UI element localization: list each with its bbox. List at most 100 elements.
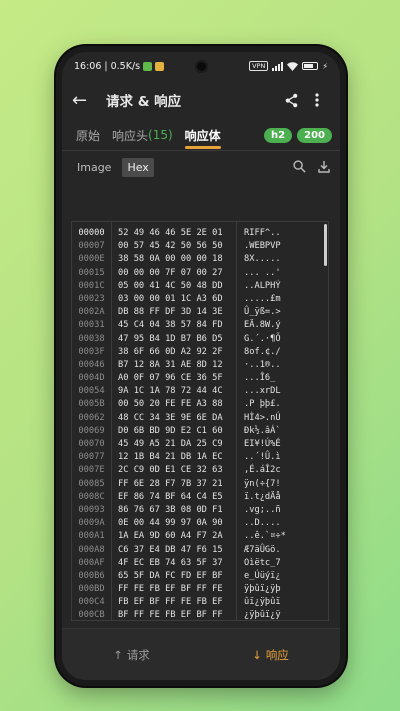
hex-ascii: ..ê.`¤÷* <box>244 531 286 542</box>
ascii-column: RIFF^.. .WEBPVP 8X..... ... ..' ..ALPHÝ.....… <box>237 222 328 620</box>
screen: 16:06 | 0.5K/s VPN ⚡ ← 请求 & 响应 原始 响应头 (1… <box>62 52 340 680</box>
share-icon[interactable] <box>278 87 304 113</box>
more-options-icon[interactable] <box>304 87 330 113</box>
hex-offset: 0000E <box>78 254 105 265</box>
hex-bytes: BF FF FE FB EF BF FF <box>118 610 223 621</box>
hex-bytes: 38 6F 66 0D A2 92 2F <box>118 346 223 357</box>
hex-ascii: .WEBPVP <box>244 241 281 252</box>
hex-offset: 000AF <box>78 557 105 568</box>
hex-ascii: ... ..' <box>244 267 281 278</box>
tab-response-body[interactable]: 响应体 <box>179 120 227 150</box>
hex-bytes: A0 0F 07 96 CE 36 5F <box>118 373 223 384</box>
scrollbar[interactable] <box>324 224 327 620</box>
response-nav-button[interactable]: ↓ 响应 <box>201 647 340 663</box>
hex-bytes: B7 12 8A 31 AE 8D 12 <box>118 359 223 370</box>
hex-offset: 000BD <box>78 584 105 595</box>
hex-bytes: C6 37 E4 DB 47 F6 15 <box>118 544 223 555</box>
battery-icon <box>302 62 319 70</box>
hex-bytes: 2C C9 0D E1 CE 32 63 <box>118 465 223 476</box>
hex-bytes: 52 49 46 46 5E 2E 01 <box>118 228 223 238</box>
hex-offset: 00062 <box>78 412 105 423</box>
phone-frame: 16:06 | 0.5K/s VPN ⚡ ← 请求 & 响应 原始 响应头 (1… <box>56 46 346 686</box>
hex-bytes: 03 00 00 01 1C A3 6D <box>118 293 223 304</box>
hex-ascii: ûï¿ÿþûï <box>244 597 281 608</box>
tab-raw[interactable]: 原始 <box>70 120 106 150</box>
hex-offset: 00007 <box>78 241 105 252</box>
hex-offset: 0003F <box>78 346 105 357</box>
hex-offset: 00015 <box>78 267 105 278</box>
arrow-down-icon: ↓ <box>252 647 262 662</box>
bytes-column: 52 49 46 46 5E 2E 01 00 57 45 42 50 56 50… <box>112 222 237 620</box>
hex-bytes: 47 95 B4 1D B7 B6 D5 <box>118 333 223 344</box>
hex-ascii: ÿþûï¿ÿþ <box>244 584 281 595</box>
hex-bytes: 00 50 20 FE FE A3 88 <box>118 399 223 410</box>
arrow-up-icon: ↑ <box>113 647 123 662</box>
hex-ascii: ...Î6_ <box>244 373 276 384</box>
hex-ascii: Æ7äÛGö. <box>244 544 281 555</box>
hex-offset: 00023 <box>78 293 105 304</box>
mode-image[interactable]: Image <box>72 158 116 177</box>
search-icon[interactable] <box>293 158 306 177</box>
wifi-icon <box>287 61 299 71</box>
vpn-badge: VPN <box>249 61 269 71</box>
hex-viewer[interactable]: 00000 00007 0000E 00015 0001C 00023 0002A 00031… <box>71 221 329 621</box>
hex-bytes: EF 86 74 BF 64 C4 E5 <box>118 491 223 502</box>
hex-offset: 00069 <box>78 425 105 436</box>
header-count: (15) <box>148 128 173 142</box>
hex-ascii: HÌ4>.nÚ <box>244 412 281 423</box>
hex-ascii: 8X..... <box>244 254 281 265</box>
hex-offset: 00000 <box>78 228 105 238</box>
hex-offset: 0001C <box>78 280 105 291</box>
page-title: 请求 & 响应 <box>106 94 182 110</box>
status-code-badge: 200 <box>297 127 332 143</box>
hex-bytes: 86 76 67 3B 08 0D F1 <box>118 504 223 515</box>
hex-offset: 000B6 <box>78 570 105 581</box>
hex-offset: 0002A <box>78 307 105 318</box>
tab-bar: 原始 响应头 (15) 响应体 h2 200 <box>62 120 340 150</box>
bottom-nav: ↑ 请求 ↓ 响应 <box>62 628 340 680</box>
hex-offset: 000C4 <box>78 597 105 608</box>
download-icon[interactable] <box>318 158 330 177</box>
hex-bytes: 45 C4 04 38 57 84 FD <box>118 320 223 331</box>
hex-ascii: .vg;..ñ <box>244 504 281 515</box>
back-arrow-icon[interactable]: ← <box>72 90 100 111</box>
hex-offset: 0008C <box>78 491 105 502</box>
hex-ascii: ..´!Û.ì <box>244 452 281 463</box>
hex-ascii: ï.t¿dÄå <box>244 491 281 502</box>
scroll-thumb[interactable] <box>324 224 327 266</box>
hex-ascii: G.´.·¶Õ <box>244 333 281 344</box>
hex-ascii: Oìëtc_7 <box>244 557 281 568</box>
hex-offset: 00038 <box>78 333 105 344</box>
hex-ascii: RIFF^.. <box>244 228 281 238</box>
hex-ascii: EI¥!Ú%É <box>244 439 281 449</box>
hex-bytes: 00 00 00 7F 07 00 27 <box>118 267 223 278</box>
hex-offset: 000A8 <box>78 544 105 555</box>
hex-ascii: ,É.áÎ2c <box>244 465 281 476</box>
hex-ascii: ·..1®.. <box>244 359 281 370</box>
hex-ascii: EÄ.8W.ý <box>244 320 281 331</box>
hex-bytes: FF FE FB EF BF FF FE <box>118 584 223 595</box>
hex-ascii: ÿn(÷{7! <box>244 478 281 489</box>
hex-ascii: Ðk½.âÁ` <box>244 425 281 436</box>
hex-ascii: ¿ÿþûï¿ÿ <box>244 610 281 621</box>
hex-bytes: 0E 00 44 99 97 0A 90 <box>118 518 223 529</box>
tab-response-headers[interactable]: 响应头 (15) <box>106 120 179 150</box>
hex-bytes: 45 49 A5 21 DA 25 C9 <box>118 439 223 449</box>
hex-bytes: 4F EC EB 74 63 5F 37 <box>118 557 223 568</box>
mode-hex[interactable]: Hex <box>122 157 154 177</box>
offset-column: 00000 00007 0000E 00015 0001C 00023 0002A 00031… <box>72 222 112 620</box>
network-speed: 0.5K/s <box>110 60 141 72</box>
status-bar: 16:06 | 0.5K/s VPN ⚡ <box>74 60 328 73</box>
app-bar: ← 请求 & 响应 <box>62 80 340 120</box>
hex-offset: 00070 <box>78 439 105 449</box>
hex-bytes: FF 6E 28 F7 7B 37 21 <box>118 478 223 489</box>
hex-offset: 0009A <box>78 518 105 529</box>
request-nav-button[interactable]: ↑ 请求 <box>62 647 201 663</box>
hex-offset: 00077 <box>78 452 105 463</box>
hex-bytes: 05 00 41 4C 50 48 DD <box>118 280 223 291</box>
hex-offset: 00031 <box>78 320 105 331</box>
hex-bytes: 00 57 45 42 50 56 50 <box>118 241 223 252</box>
app-notification-icon <box>155 61 165 71</box>
hex-ascii: Û_ÿß=.> <box>244 307 281 318</box>
hex-offset: 00054 <box>78 386 105 397</box>
